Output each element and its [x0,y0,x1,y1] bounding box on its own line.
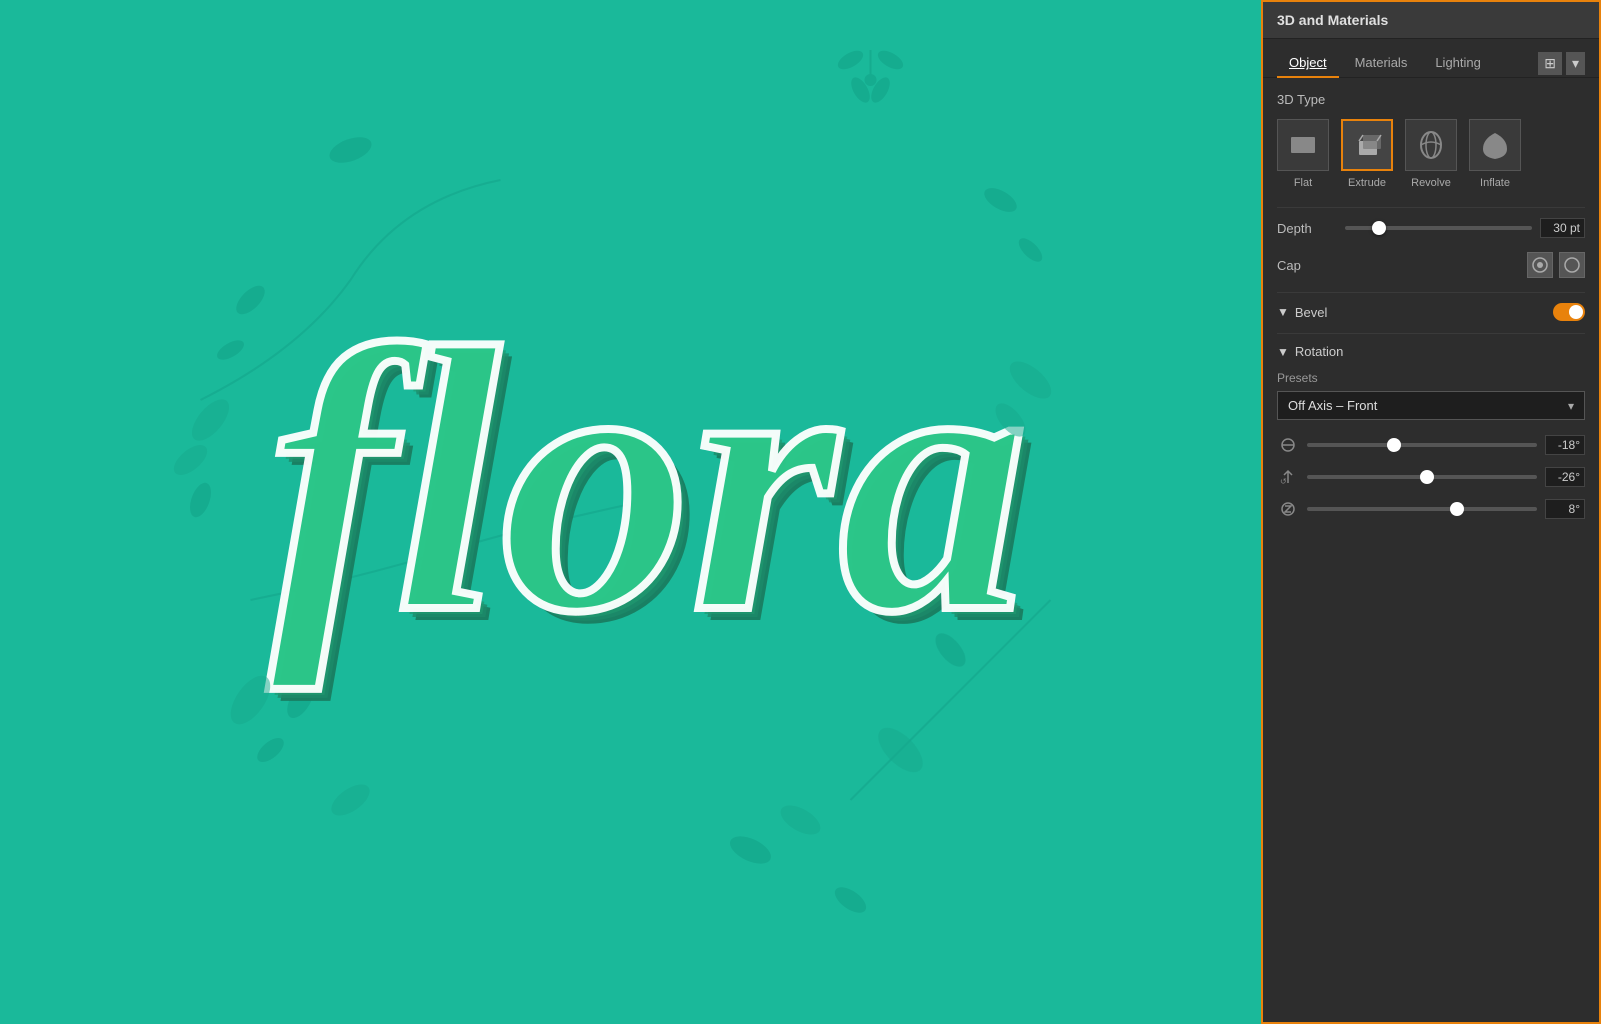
y-axis-icon: ↺ [1277,466,1299,488]
z-slider-track[interactable] [1307,507,1537,511]
depth-value[interactable]: 30 pt [1540,218,1585,238]
bevel-chevron: ▼ [1277,305,1289,319]
type-extrude-label: Extrude [1348,177,1386,189]
preset-value: Off Axis – Front [1288,398,1568,413]
type-inflate[interactable]: Inflate [1469,119,1521,189]
cap-control: Cap [1277,252,1585,278]
rotation-slider-z: 8° [1277,498,1585,520]
type-revolve-label: Revolve [1411,177,1451,189]
rotation-chevron: ▼ [1277,345,1289,359]
x-slider-thumb[interactable] [1387,438,1401,452]
depth-slider-thumb[interactable] [1372,221,1386,235]
type-inflate-label: Inflate [1480,177,1510,189]
type-flat[interactable]: Flat [1277,119,1329,189]
tab-object[interactable]: Object [1277,49,1339,78]
z-rotation-value[interactable]: 8° [1545,499,1585,519]
type-flat-icon [1277,119,1329,171]
y-slider-track[interactable] [1307,475,1537,479]
depth-control: Depth 30 pt [1277,218,1585,238]
rotation-slider-y: ↺ -26° [1277,466,1585,488]
tab-icon-area: ⊞ ▾ [1538,52,1585,75]
tab-lighting[interactable]: Lighting [1423,49,1493,78]
panel-title-text: 3D and Materials [1277,12,1388,28]
bevel-toggle[interactable] [1553,303,1585,321]
type-extrude-icon [1341,119,1393,171]
y-slider-thumb[interactable] [1420,470,1434,484]
depth-label: Depth [1277,221,1337,236]
divider-1 [1277,207,1585,208]
rotation-section-header[interactable]: ▼ Rotation [1277,344,1585,359]
svg-text:flora: flora [269,270,1029,691]
divider-2 [1277,292,1585,293]
type-flat-label: Flat [1294,177,1312,189]
dropdown-arrow-icon: ▾ [1568,399,1574,413]
presets-dropdown[interactable]: Off Axis – Front ▾ [1277,391,1585,420]
panel-tabs: Object Materials Lighting ⊞ ▾ [1263,39,1599,78]
rotation-label: Rotation [1295,344,1343,359]
type-revolve-icon [1405,119,1457,171]
depth-slider-track[interactable] [1345,226,1532,230]
panel-body: 3D Type Flat [1263,78,1599,1022]
type-revolve[interactable]: Revolve [1405,119,1457,189]
x-rotation-value[interactable]: -18° [1545,435,1585,455]
type-inflate-icon [1469,119,1521,171]
rotation-section: ▼ Rotation Presets Off Axis – Front ▾ [1277,344,1585,520]
panel-title: 3D and Materials [1263,2,1599,39]
panel-expand-button[interactable]: ▾ [1566,52,1585,75]
bevel-toggle-knob [1569,305,1583,319]
z-axis-icon [1277,498,1299,520]
panel-menu-button[interactable]: ⊞ [1538,52,1562,75]
divider-3 [1277,333,1585,334]
bevel-section-header[interactable]: ▼ Bevel [1277,303,1585,321]
presets-label: Presets [1277,371,1585,385]
y-rotation-value[interactable]: -26° [1545,467,1585,487]
tab-materials[interactable]: Materials [1343,49,1420,78]
3d-type-icons: Flat Extrude [1277,119,1585,189]
x-slider-track[interactable] [1307,443,1537,447]
cap-buttons [1527,252,1585,278]
bevel-label: Bevel [1295,305,1328,320]
x-axis-icon [1277,434,1299,456]
svg-text:↺: ↺ [1280,477,1287,486]
rotation-slider-x: -18° [1277,434,1585,456]
z-slider-thumb[interactable] [1450,502,1464,516]
cap-button-off[interactable] [1559,252,1585,278]
panel-3d-materials: 3D and Materials Object Materials Lighti… [1261,0,1601,1024]
cap-label: Cap [1277,258,1337,273]
3d-type-label: 3D Type [1277,92,1585,107]
type-extrude[interactable]: Extrude [1341,119,1393,189]
cap-button-on[interactable] [1527,252,1553,278]
canvas: flora flora flora flora flora flora [0,0,1261,1024]
